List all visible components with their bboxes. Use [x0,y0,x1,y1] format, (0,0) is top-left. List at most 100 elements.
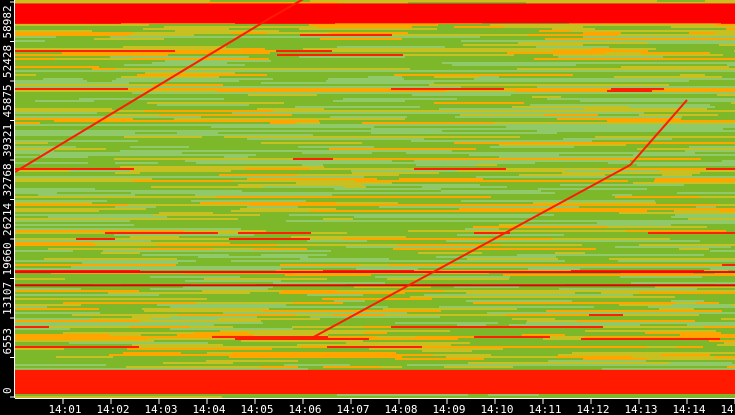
heatmap-cell [327,278,387,280]
heatmap-cell [434,76,479,78]
heatmap-cell [583,44,648,46]
heatmap-cell [669,256,735,258]
heatmap-cell [643,68,735,70]
heatmap-cell [697,288,735,290]
heatmap-cell [477,164,497,166]
heatmap-cell [639,114,718,116]
heatmap-cell [592,316,632,318]
heatmap-cell [210,0,310,2]
heatmap-cell [394,74,470,76]
heatmap-cell [703,350,735,352]
heatmap-cell [157,144,208,146]
heatmap-cell [570,312,688,314]
heatmap-cell [115,238,194,240]
heatmap-cell [552,238,670,240]
heatmap-cell [519,262,567,264]
heatmap-cell [437,28,552,30]
heatmap-cell [689,80,735,82]
heatmap-cell [15,396,145,398]
heatmap-cell [679,64,727,66]
heatmap-cell [454,142,573,144]
heatmap-cell [682,116,709,118]
heatmap-cell [397,104,530,106]
heatmap-cell [15,214,133,216]
heatmap-cell [148,368,190,370]
heatmap-cell [688,218,711,220]
heatmap-cell [254,234,325,236]
heatmap-cell [723,162,735,164]
heatmap-cell [152,62,227,64]
heatmap-cell [377,336,415,338]
heatmap-cell [15,54,69,56]
heatmap-cell [225,294,307,296]
heatmap-cell [453,352,572,354]
heatmap-cell [399,132,492,134]
heatmap-cell [478,156,499,158]
heatmap-cell [315,190,441,192]
heatmap-cell [99,66,225,68]
heatmap-cell [504,26,583,28]
heatmap-cell [406,236,467,238]
heatmap-cell [237,252,354,254]
heatmap-cell [619,212,735,214]
heatmap-cell [533,202,656,204]
heatmap-cell [554,314,589,316]
heatmap-cell [460,114,544,116]
heatmap-cell [164,26,213,28]
heatmap-cell [106,148,172,150]
x-tick-label: 14:07 [336,403,369,415]
heatmap-cell [100,312,223,314]
heatmap-cell [15,218,71,220]
heatmap-cell [15,122,40,124]
heatmap-cell [332,60,466,62]
heatmap-cell [492,132,557,134]
heatmap-cell [671,224,692,226]
heatmap-cell [422,186,507,188]
heatmap-cell [669,84,735,86]
heatmap-cell [146,208,240,210]
heatmap-cell [511,94,555,96]
heatmap-cell [620,332,645,334]
heatmap-cell [437,250,561,252]
heatmap-cell [346,342,470,344]
heatmap-cell [626,230,655,232]
heatmap-cell [337,290,402,292]
heatmap-cell [537,148,637,150]
heatmap-cell [538,44,583,46]
heatmap-cell [245,64,341,66]
heatmap-cell [201,116,330,118]
heatmap-cell [485,158,603,160]
heatmap-cell [474,336,550,338]
heatmap-cell [15,290,139,292]
heatmap-cell [93,72,145,74]
dense-band [15,271,735,274]
heatmap-cell [722,222,735,224]
heatmap-cell [641,298,686,300]
heatmap-cell [224,136,327,138]
heatmap-cell [512,106,629,108]
heatmap-cell [241,228,348,230]
heatmap-cell [15,200,107,202]
heatmap-cell [113,356,229,358]
heatmap-cell [372,152,406,154]
heatmap-cell [709,116,735,118]
heatmap-cell [530,88,582,90]
heatmap-cell [480,30,539,32]
heatmap-cell [15,300,116,302]
heatmap-cell [391,88,504,90]
heatmap-cell [401,48,477,50]
heatmap-cell [328,334,455,336]
heatmap-cell [115,206,156,208]
heatmap-cell [607,90,652,92]
heatmap-cell [333,100,405,102]
heatmap-cell [704,326,735,328]
heatmap-cell [57,192,131,194]
heatmap-cell [506,168,600,170]
heatmap-cell [330,116,387,118]
heatmap-cell [49,326,130,328]
heatmap-cell [520,396,622,398]
heatmap-cell [15,24,149,26]
heatmap-cell [619,304,646,306]
heatmap-cell [204,278,327,280]
heatmap-cell [628,180,654,182]
